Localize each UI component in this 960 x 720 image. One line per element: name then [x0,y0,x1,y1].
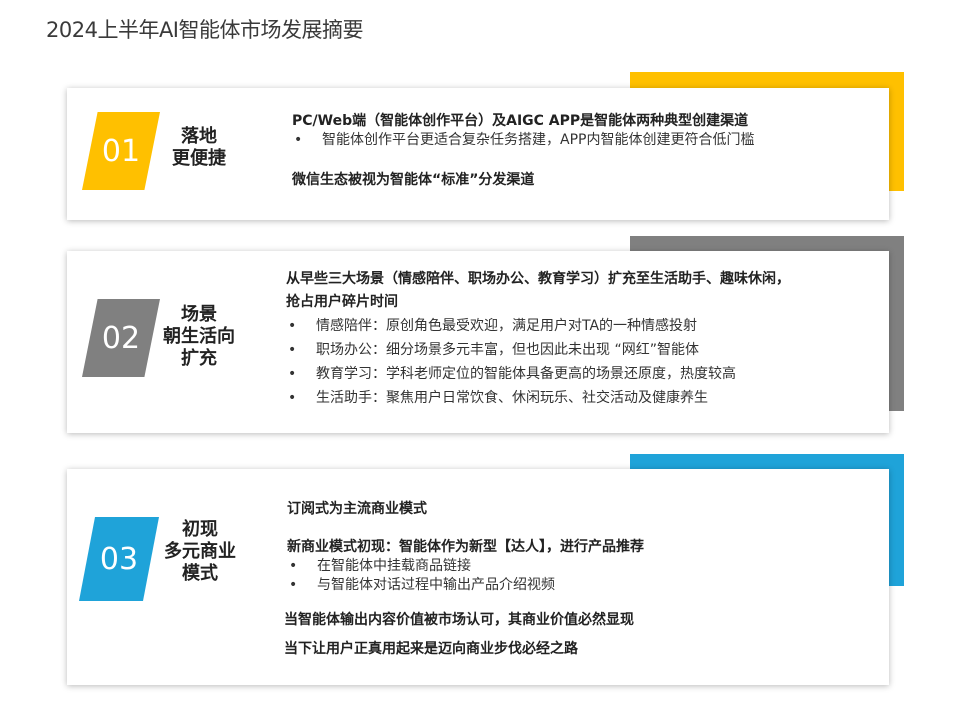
section-title: 落地 更便捷 [154,126,244,170]
section-title: 场景 朝生活向 扩充 [154,304,244,370]
section-line: 当智能体输出内容价值被市场认可，其商业价值必然显现 [284,612,634,628]
list-item: • 职场办公：细分场景多元丰富，但也因此未出现 “网红”智能体 [286,338,876,362]
section-number: 02 [101,320,141,356]
section-card-03: 03 初现 多元商业 模式 订阅式为主流商业模式 新商业模式初现：智能体作为新型… [67,469,889,685]
section-card-02: 02 场景 朝生活向 扩充 从早些三大场景（情感陪伴、职场办公、教育学习）扩充至… [67,251,889,433]
bullet-text: 教育学习：学科老师定位的智能体具备更高的场景还原度，热度较高 [316,366,736,382]
list-item: • 智能体创作平台更适合复杂任务搭建，APP内智能体创建更符合低门槛 [292,131,872,150]
section-title-line: 初现 [182,519,218,540]
section-title-line: 扩充 [181,348,217,369]
section-line: 新商业模式初现：智能体作为新型【达人】，进行产品推荐 [287,539,644,555]
section-title-line: 模式 [182,563,218,584]
section-title-line: 更便捷 [172,148,226,169]
section-number: 01 [101,133,141,169]
bullet-icon: • [288,366,297,382]
section-number-badge: 01 [82,112,160,190]
section-footer: 微信生态被视为智能体“标准”分发渠道 [292,172,535,188]
section-line: 当下让用户正真用起来是迈向商业步伐必经之路 [284,641,578,657]
page-title: 2024上半年AI智能体市场发展摘要 [46,18,364,42]
section-number: 03 [99,541,139,577]
bullet-icon: • [289,577,298,593]
section-number-badge: 03 [79,517,159,601]
section-line: 订阅式为主流商业模式 [287,501,427,517]
section-title: 初现 多元商业 模式 [155,519,245,585]
bullet-text: 智能体创作平台更适合复杂任务搭建，APP内智能体创建更符合低门槛 [322,132,755,148]
section-title-line: 朝生活向 [163,326,235,347]
section-heading: 从早些三大场景（情感陪伴、职场办公、教育学习）扩充至生活助手、趣味休闲， [286,271,790,287]
bullet-text: 情感陪伴：原创角色最受欢迎，满足用户对TA的一种情感投射 [316,318,698,334]
section-heading: 抢占用户碎片时间 [286,294,398,310]
list-item: • 与智能体对话过程中输出产品介绍视频 [287,576,877,595]
section-title-line: 多元商业 [164,541,236,562]
bullet-icon: • [294,132,303,148]
list-item: • 情感陪伴：原创角色最受欢迎，满足用户对TA的一种情感投射 [286,314,876,338]
list-item: • 教育学习：学科老师定位的智能体具备更高的场景还原度，热度较高 [286,362,876,386]
bullet-text: 职场办公：细分场景多元丰富，但也因此未出现 “网红”智能体 [316,342,699,358]
section-title-line: 落地 [181,126,217,147]
bullet-text: 在智能体中挂载商品链接 [317,558,471,574]
section-heading: PC/Web端（智能体创作平台）及AIGC APP是智能体两种典型创建渠道 [292,113,749,129]
bullet-text: 与智能体对话过程中输出产品介绍视频 [317,577,555,593]
bullet-text: 生活助手：聚焦用户日常饮食、休闲玩乐、社交活动及健康养生 [316,390,708,406]
list-item: • 生活助手：聚焦用户日常饮食、休闲玩乐、社交活动及健康养生 [286,386,876,410]
section-body: PC/Web端（智能体创作平台）及AIGC APP是智能体两种典型创建渠道 • … [292,112,872,190]
bullet-icon: • [288,390,297,406]
bullet-icon: • [289,558,298,574]
list-item: • 在智能体中挂载商品链接 [287,557,877,576]
section-body: 从早些三大场景（情感陪伴、职场办公、教育学习）扩充至生活助手、趣味休闲， 抢占用… [286,268,876,410]
section-body: 订阅式为主流商业模式 新商业模式初现：智能体作为新型【达人】，进行产品推荐 • … [284,500,877,659]
section-title-line: 场景 [181,304,217,325]
section-card-01: 01 落地 更便捷 PC/Web端（智能体创作平台）及AIGC APP是智能体两… [67,88,889,220]
section-number-badge: 02 [82,299,160,377]
bullet-icon: • [288,318,297,334]
bullet-icon: • [288,342,297,358]
